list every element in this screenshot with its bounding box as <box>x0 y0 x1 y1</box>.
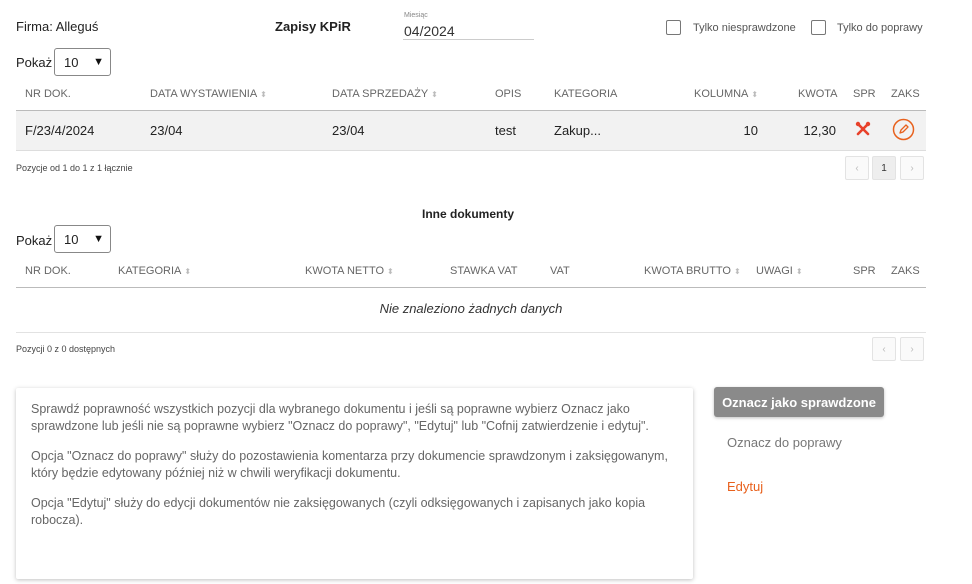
col-kwota-brutto[interactable]: KWOTA BRUTTO ⬍ <box>644 265 741 277</box>
page-size-label: Pokaż <box>16 55 53 70</box>
empty-message: Nie znaleziono żadnych danych <box>379 301 563 316</box>
table-info: Pozycji 0 z 0 dostępnych <box>16 344 116 354</box>
sort-icon: ⬍ <box>751 90 759 99</box>
month-label: Miesiąc <box>404 12 428 19</box>
pagination-next[interactable]: › <box>900 337 924 361</box>
cell-data-sprzedazy: 23/04 <box>332 123 365 138</box>
col-kolumna[interactable]: KOLUMNA ⬍ <box>694 88 758 100</box>
pencil-icon[interactable] <box>892 118 915 141</box>
chevron-down-icon: ▼ <box>93 56 104 68</box>
sort-icon: ⬍ <box>795 267 803 276</box>
sort-icon: ⬍ <box>734 267 741 276</box>
cell-kolumna: 10 <box>743 123 758 138</box>
wrench-screwdriver-icon[interactable] <box>855 121 871 137</box>
col-data-sprzedazy[interactable]: DATA SPRZEDAŻY ⬍ <box>332 88 438 100</box>
page-title: Zapisy KPiR <box>275 19 351 34</box>
help-paragraph: Opcja "Oznacz do poprawy" służy do pozos… <box>31 449 668 480</box>
filter-fix-label: Tylko do poprawy <box>837 22 923 34</box>
mark-checked-button[interactable]: Oznacz jako sprawdzone <box>714 387 884 417</box>
col-data-wystawienia[interactable]: DATA WYSTAWIENIA ⬍ <box>150 88 267 100</box>
pagination-prev[interactable]: ‹ <box>845 156 869 180</box>
col-stawka-vat: STAWKA VAT <box>450 265 518 277</box>
page-size-value: 10 <box>64 231 79 247</box>
company-name: Firma: Alleguś <box>16 19 99 34</box>
filter-unchecked-checkbox[interactable] <box>666 20 681 35</box>
sort-icon: ⬍ <box>387 267 394 276</box>
col-nr: NR DOK. <box>25 265 71 277</box>
chevron-down-icon: ▼ <box>93 233 104 245</box>
col-kategoria[interactable]: KATEGORIA ⬍ <box>118 265 191 277</box>
pagination-page[interactable]: 1 <box>872 156 896 180</box>
filter-unchecked-label: Tylko niesprawdzone <box>693 22 796 34</box>
col-zaks: ZAKS <box>891 88 920 100</box>
col-spr: SPR <box>853 88 876 100</box>
table-info: Pozycje od 1 do 1 z 1 łącznie <box>16 163 133 173</box>
help-card: Sprawdź poprawność wszystkich pozycji dl… <box>16 388 693 579</box>
page-size-label: Pokaż <box>16 233 53 248</box>
col-kategoria: KATEGORIA <box>554 88 618 100</box>
cell-nr: F/23/4/2024 <box>25 123 95 138</box>
sort-icon: ⬍ <box>431 90 438 99</box>
pagination-next[interactable]: › <box>900 156 924 180</box>
help-paragraph: Sprawdź poprawność wszystkich pozycji dl… <box>31 402 649 433</box>
col-kwota-netto[interactable]: KWOTA NETTO ⬍ <box>305 265 394 277</box>
sort-icon: ⬍ <box>260 90 267 99</box>
cell-kategoria: Zakup... <box>554 123 601 138</box>
col-uwagi[interactable]: UWAGI ⬍ <box>756 265 803 277</box>
edit-button[interactable]: Edytuj <box>727 479 763 494</box>
col-spr: SPR <box>853 265 876 277</box>
month-input[interactable] <box>403 22 534 40</box>
col-opis: OPIS <box>495 88 522 100</box>
col-vat: VAT <box>550 265 570 277</box>
filter-fix-checkbox[interactable] <box>811 20 826 35</box>
col-nr: NR DOK. <box>25 88 71 100</box>
col-kwota: KWOTA <box>798 88 838 100</box>
sort-icon: ⬍ <box>184 267 192 276</box>
pagination-prev[interactable]: ‹ <box>872 337 896 361</box>
page-size-select[interactable]: 10 ▼ <box>54 48 111 76</box>
mark-fix-button[interactable]: Oznacz do poprawy <box>727 435 842 450</box>
cell-opis: test <box>495 123 516 138</box>
page-size-value: 10 <box>64 54 79 70</box>
help-paragraph: Opcja "Edytuj" służy do edycji dokumentó… <box>31 496 646 527</box>
table-bottom-divider <box>16 332 926 333</box>
section-title: Inne dokumenty <box>422 207 515 221</box>
page-size-select[interactable]: 10 ▼ <box>54 225 111 253</box>
header-divider <box>16 287 926 288</box>
col-zaks: ZAKS <box>891 265 920 277</box>
cell-kwota: 12,30 <box>803 123 836 138</box>
cell-data-wystawienia: 23/04 <box>150 123 183 138</box>
